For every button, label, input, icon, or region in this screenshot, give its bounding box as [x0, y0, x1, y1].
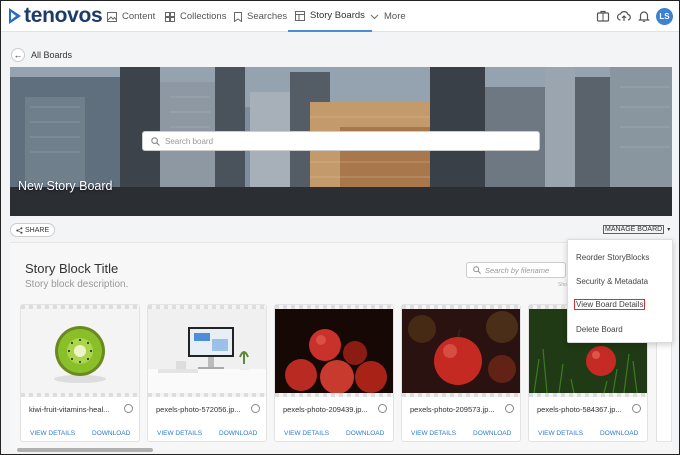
asset-card[interactable]: pexels-photo-209439.jp... VIEW DETAILS D…: [274, 304, 394, 442]
nav-item-label: Searches: [247, 11, 288, 22]
asset-card[interactable]: kiwi-fruit-vitamins-heal... VIEW DETAILS…: [20, 304, 140, 442]
app-window: tenovos Content Collections Searches Sto…: [0, 0, 680, 455]
download-link[interactable]: DOWNLOAD: [346, 430, 384, 437]
asset-thumbnail[interactable]: [21, 309, 139, 393]
menu-item-delete-board[interactable]: Delete Board: [576, 325, 623, 334]
asset-thumbnail[interactable]: [402, 309, 520, 393]
search-by-filename-placeholder: Search by filename: [485, 265, 550, 275]
card-strip: [402, 393, 520, 397]
card-strip: [275, 393, 393, 397]
board-hero-banner: Search board New Story Board: [10, 67, 672, 216]
nav-item-label: More: [384, 11, 406, 22]
view-details-link[interactable]: VIEW DETAILS: [284, 430, 329, 437]
nav-item-more[interactable]: More: [370, 1, 406, 32]
view-details-link[interactable]: VIEW DETAILS: [157, 430, 202, 437]
share-icon: [16, 226, 23, 234]
select-radio[interactable]: [378, 404, 387, 413]
manage-board-menu: Reorder StoryBlocks Security & Metadata …: [567, 239, 673, 343]
top-nav: tenovos Content Collections Searches Sto…: [1, 1, 679, 32]
image-icon: [107, 11, 117, 22]
asset-card[interactable]: pexels-photo-572056.jp... VIEW DETAILS D…: [147, 304, 267, 442]
download-link[interactable]: DOWNLOAD: [219, 430, 257, 437]
menu-item-view-board-details[interactable]: View Board Details: [574, 299, 646, 310]
view-details-link[interactable]: VIEW DETAILS: [538, 430, 583, 437]
card-strip: [148, 393, 266, 397]
share-label: SHARE: [25, 226, 50, 234]
share-button[interactable]: SHARE: [10, 223, 56, 237]
nav-item-content[interactable]: Content: [107, 1, 155, 32]
asset-filename: kiwi-fruit-vitamins-heal...: [29, 405, 110, 414]
asset-thumbnail[interactable]: [148, 309, 266, 393]
nav-item-story-boards[interactable]: Story Boards: [288, 1, 372, 32]
horizontal-scrollbar[interactable]: [17, 448, 153, 452]
asset-card[interactable]: pexels-photo-209573.jp... VIEW DETAILS D…: [401, 304, 521, 442]
nav-item-label: Story Boards: [310, 10, 365, 21]
select-radio[interactable]: [124, 404, 133, 413]
download-link[interactable]: DOWNLOAD: [600, 430, 638, 437]
asset-filename: pexels-photo-572056.jp...: [156, 405, 241, 414]
nav-item-searches[interactable]: Searches: [234, 1, 287, 32]
asset-thumbnail[interactable]: [275, 309, 393, 393]
chevron-down-icon: [370, 14, 379, 19]
apple-image: [402, 309, 520, 393]
story-block-description: Story block description.: [25, 279, 129, 290]
logo-icon: [9, 8, 21, 24]
download-link[interactable]: DOWNLOAD: [92, 430, 130, 437]
board-title: New Story Board: [18, 179, 113, 193]
back-label: All Boards: [31, 50, 73, 60]
arrow-left-icon: ←: [11, 48, 25, 62]
show-hint: Sho: [558, 282, 567, 288]
upload-cloud-icon[interactable]: [617, 9, 631, 23]
select-radio[interactable]: [505, 404, 514, 413]
user-avatar[interactable]: LS: [656, 8, 673, 25]
briefcase-icon[interactable]: [596, 9, 610, 23]
card-strip: [21, 393, 139, 397]
select-radio[interactable]: [632, 404, 641, 413]
nav-item-label: Content: [122, 11, 156, 22]
asset-filename: pexels-photo-209439.jp...: [283, 405, 368, 414]
kiwi-image: [21, 309, 139, 393]
story-block-title: Story Block Title: [25, 261, 119, 276]
search-icon: [473, 266, 481, 274]
caret-down-icon: ▾: [667, 227, 671, 233]
apples-image: [275, 309, 393, 393]
bookmark-icon: [234, 11, 242, 22]
search-board-input[interactable]: Search board: [142, 131, 540, 151]
manage-board-button[interactable]: MANAGE BOARD ▾: [603, 225, 670, 234]
search-by-filename-input[interactable]: Search by filename: [466, 262, 566, 278]
asset-filename: pexels-photo-209573.jp...: [410, 405, 495, 414]
card-strip: [529, 393, 647, 397]
search-icon: [151, 136, 160, 146]
download-link[interactable]: DOWNLOAD: [473, 430, 511, 437]
desk-computer-image: [148, 309, 266, 393]
back-to-all-boards[interactable]: ← All Boards: [11, 48, 72, 62]
logo[interactable]: tenovos: [9, 4, 103, 27]
manage-board-label: MANAGE BOARD: [603, 225, 665, 234]
view-details-link[interactable]: VIEW DETAILS: [30, 430, 75, 437]
view-details-link[interactable]: VIEW DETAILS: [411, 430, 456, 437]
nav-item-collections[interactable]: Collections: [165, 1, 226, 32]
nav-item-label: Collections: [180, 11, 227, 22]
select-radio[interactable]: [251, 404, 260, 413]
storyboard-icon: [295, 10, 305, 21]
logo-text: tenovos: [24, 4, 103, 27]
asset-filename: pexels-photo-584367.jp...: [537, 405, 622, 414]
search-board-placeholder: Search board: [165, 136, 214, 146]
menu-item-security-metadata[interactable]: Security & Metadata: [576, 277, 648, 286]
grid-icon: [165, 11, 175, 22]
bell-icon[interactable]: [637, 9, 651, 23]
menu-item-reorder-storyblocks[interactable]: Reorder StoryBlocks: [576, 253, 649, 262]
